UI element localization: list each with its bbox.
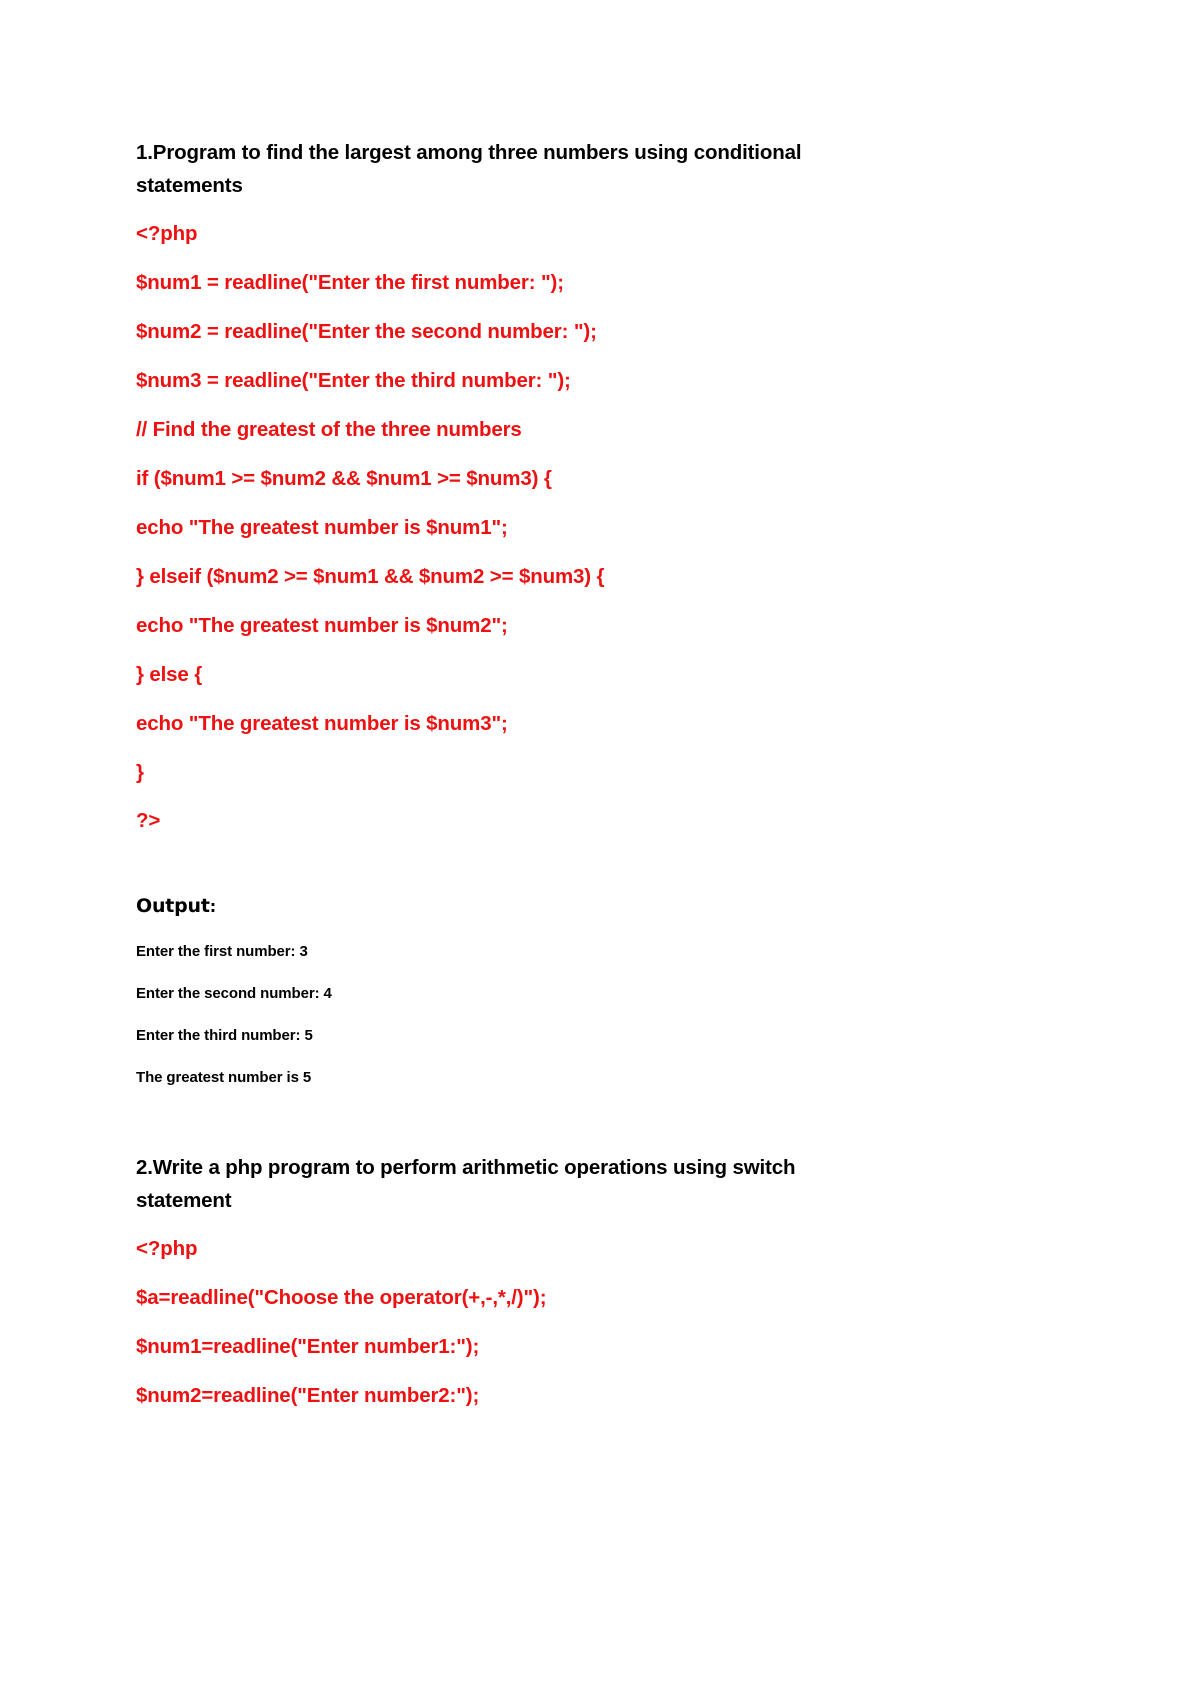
output-label-text: Output [136,895,210,917]
code-comment-line: // Find the greatest of the three number… [136,418,522,441]
code-line: $a=readline("Choose the operator(+,-,*,/… [136,1286,547,1309]
output-label: Output: [136,894,896,919]
code-line: ?> [136,809,161,832]
code-line: $num2=readline("Enter number2:"); [136,1384,480,1407]
program-1-output-block: Enter the first number: 3 Enter the seco… [136,942,896,1087]
program-2-code-block: <?php $a=readline("Choose the operator(+… [136,1237,896,1407]
code-line: $num1=readline("Enter number1:"); [136,1335,480,1358]
program-1-heading: 1.Program to find the largest among thre… [136,141,802,197]
output-line: The greatest number is 5 [136,1069,312,1086]
program-2-heading: 2.Write a php program to perform arithme… [136,1156,796,1212]
document-page: 1.Program to find the largest among thre… [0,0,1200,1697]
output-line: Enter the first number: 3 [136,943,308,960]
output-line: Enter the third number: 5 [136,1027,313,1044]
output-label-colon: : [209,897,216,916]
program-section-1: 1.Program to find the largest among thre… [136,136,896,1087]
program-section-2: 2.Write a php program to perform arithme… [136,1151,896,1407]
program-1-code-block: <?php $num1 = readline("Enter the first … [136,222,896,832]
code-line: } elseif ($num2 >= $num1 && $num2 >= $nu… [136,565,605,588]
code-line: } [136,761,144,784]
code-line: $num3 = readline("Enter the third number… [136,369,571,392]
code-line: <?php [136,222,198,245]
code-line: $num1 = readline("Enter the first number… [136,271,564,294]
code-line: if ($num1 >= $num2 && $num1 >= $num3) { [136,467,552,490]
code-line: echo "The greatest number is $num3"; [136,712,508,735]
code-line: echo "The greatest number is $num2"; [136,614,508,637]
code-line: } else { [136,663,203,686]
code-line: echo "The greatest number is $num1"; [136,516,508,539]
output-line: Enter the second number: 4 [136,985,332,1002]
code-line: <?php [136,1237,198,1260]
document-content: 1.Program to find the largest among thre… [136,136,896,1407]
code-line: $num2 = readline("Enter the second numbe… [136,320,597,343]
